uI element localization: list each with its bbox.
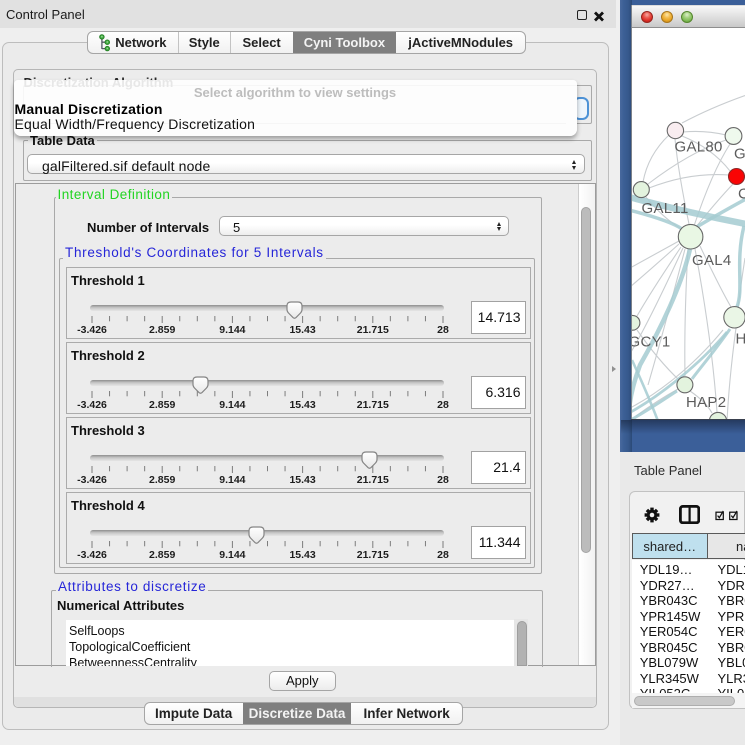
svg-text:GCY1: GCY1 bbox=[632, 334, 671, 351]
svg-text:HAP2: HAP2 bbox=[686, 394, 726, 411]
svg-text:GAL4: GAL4 bbox=[692, 252, 732, 269]
svg-text:GAL80: GAL80 bbox=[675, 139, 723, 156]
svg-text:GA: GA bbox=[734, 146, 745, 163]
svg-text:H: H bbox=[736, 331, 745, 348]
svg-text:GAL11: GAL11 bbox=[642, 200, 689, 217]
svg-text:C: C bbox=[738, 186, 745, 203]
